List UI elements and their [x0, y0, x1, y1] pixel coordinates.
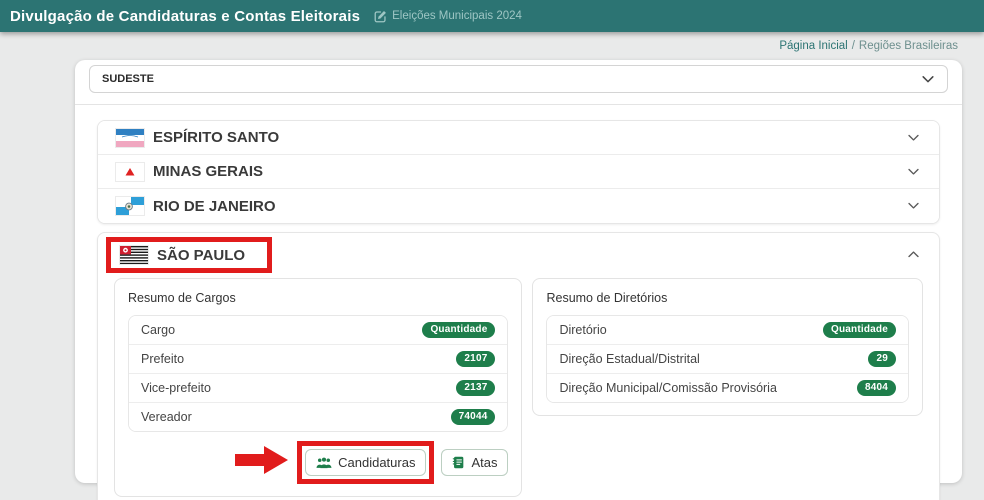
- count-badge: 29: [868, 351, 896, 367]
- row-label: Vice-prefeito: [141, 381, 211, 395]
- pencil-square-icon: [374, 10, 387, 23]
- atas-button-label: Atas: [471, 455, 498, 470]
- row-label: Prefeito: [141, 352, 185, 366]
- accordion-item-minas-gerais[interactable]: MINAS GERAIS: [98, 155, 939, 189]
- annotation-box-candidaturas: Candidaturas: [297, 441, 435, 484]
- diretorios-header-row: Diretório Quantidade: [547, 316, 908, 345]
- app-title: Divulgação de Candidaturas e Contas Elei…: [10, 7, 361, 25]
- atas-button[interactable]: Atas: [441, 449, 509, 476]
- resumo-cargos-card: Resumo de Cargos Cargo Quantidade Prefei…: [114, 278, 523, 497]
- chevron-down-icon: [907, 165, 921, 179]
- breadcrumb-current: Regiões Brasileiras: [858, 40, 958, 52]
- resumo-diretorios-card: Resumo de Diretórios Diretório Quantidad…: [532, 278, 923, 416]
- diretorios-header-label: Diretório: [559, 323, 607, 337]
- chevron-up-icon: [907, 248, 921, 262]
- sao-paulo-header[interactable]: SÃO PAULO: [98, 233, 939, 275]
- region-select-value: SUDESTE: [102, 73, 154, 85]
- resumo-diretorios-title: Resumo de Diretórios: [546, 291, 668, 305]
- region-select[interactable]: SUDESTE: [89, 65, 948, 93]
- row-label: Direção Estadual/Distrital: [559, 352, 700, 366]
- flag-minas-gerais-icon: [116, 162, 144, 181]
- candidaturas-button[interactable]: Candidaturas: [305, 449, 427, 476]
- candidaturas-button-label: Candidaturas: [338, 455, 416, 470]
- accordion-item-espirito-santo[interactable]: ESPÍRITO SANTO: [98, 121, 939, 155]
- table-row-prefeito: Prefeito 2107: [129, 345, 508, 374]
- state-name: RIO DE JANEIRO: [153, 197, 276, 215]
- chevron-down-icon: [921, 72, 935, 86]
- quantidade-badge: Quantidade: [822, 322, 896, 338]
- table-row-vice-prefeito: Vice-prefeito 2137: [129, 374, 508, 403]
- count-badge: 2137: [456, 380, 496, 396]
- flag-rio-de-janeiro-icon: [116, 197, 144, 215]
- row-label: Direção Municipal/Comissão Provisória: [559, 381, 777, 395]
- breadcrumb-home-link[interactable]: Página Inicial: [779, 40, 847, 52]
- table-row-direcao-municipal: Direção Municipal/Comissão Provisória 84…: [547, 374, 908, 402]
- election-badge-label: Eleições Municipais 2024: [392, 10, 522, 22]
- count-badge: 74044: [450, 409, 496, 425]
- cargos-buttons-row: Candidaturas Atas: [128, 441, 509, 484]
- breadcrumb: Página Inicial / Regiões Brasileiras: [0, 32, 984, 60]
- main-content-card: SUDESTE ESPÍRITO SANTO MINAS GERAIS RIO …: [75, 60, 962, 500]
- journal-icon: [452, 456, 465, 469]
- table-row-vereador: Vereador 74044: [129, 403, 508, 431]
- chevron-down-icon: [907, 131, 921, 145]
- election-badge: Eleições Municipais 2024: [374, 10, 522, 23]
- count-badge: 8404: [856, 380, 896, 396]
- flag-espirito-santo-icon: [116, 128, 144, 147]
- cargos-header-label: Cargo: [141, 323, 176, 337]
- breadcrumb-separator: /: [851, 40, 855, 52]
- cargos-list: Cargo Quantidade Prefeito 2107 Vice-pref…: [128, 315, 509, 432]
- count-badge: 2107: [456, 351, 496, 367]
- annotation-arrow-icon: [235, 445, 289, 480]
- quantidade-badge: Quantidade: [422, 322, 496, 338]
- flag-sao-paulo-icon: [120, 246, 148, 264]
- annotation-box-sao-paulo: SÃO PAULO: [106, 237, 273, 273]
- cargos-header-row: Cargo Quantidade: [129, 316, 508, 345]
- states-accordion: ESPÍRITO SANTO MINAS GERAIS RIO DE JANEI…: [75, 105, 962, 500]
- people-icon: [316, 457, 332, 469]
- sao-paulo-panel-body: Resumo de Cargos Cargo Quantidade Prefei…: [98, 275, 939, 497]
- top-navbar: Divulgação de Candidaturas e Contas Elei…: [0, 0, 984, 32]
- accordion-item-rio-de-janeiro[interactable]: RIO DE JANEIRO: [98, 189, 939, 223]
- state-name: SÃO PAULO: [157, 246, 246, 264]
- row-label: Vereador: [141, 410, 192, 424]
- table-row-direcao-estadual: Direção Estadual/Distrital 29: [547, 345, 908, 374]
- state-name: MINAS GERAIS: [153, 163, 264, 180]
- accordion-item-sao-paulo-expanded: SÃO PAULO Resumo de Cargos Cargo Quantid…: [97, 232, 940, 500]
- collapsed-states-card: ESPÍRITO SANTO MINAS GERAIS RIO DE JANEI…: [97, 120, 940, 224]
- diretorios-list: Diretório Quantidade Direção Estadual/Di…: [546, 315, 909, 403]
- chevron-down-icon: [907, 199, 921, 213]
- state-name: ESPÍRITO SANTO: [153, 129, 280, 146]
- resumo-cargos-title: Resumo de Cargos: [128, 291, 236, 305]
